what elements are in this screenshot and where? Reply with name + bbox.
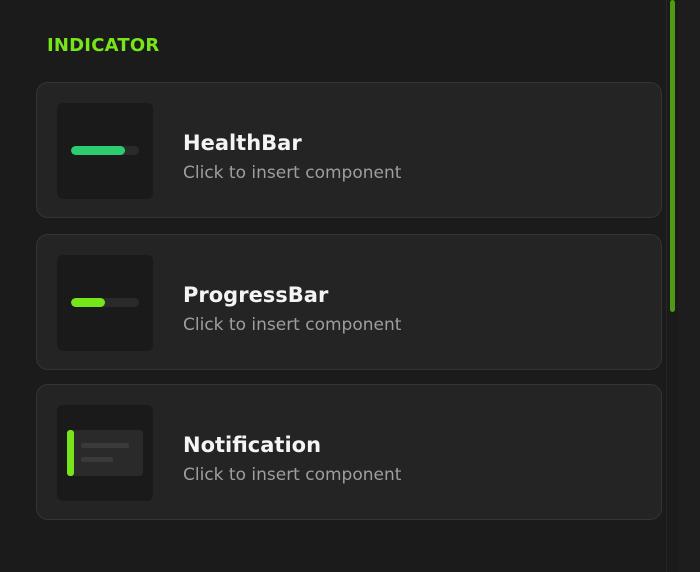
panel-gutter bbox=[678, 0, 700, 572]
component-hint: Click to insert component bbox=[183, 163, 402, 183]
progressbar-preview-fill bbox=[71, 298, 105, 307]
component-name: ProgressBar bbox=[183, 283, 329, 307]
component-hint: Click to insert component bbox=[183, 315, 402, 335]
healthbar-preview-fill bbox=[71, 146, 126, 155]
notification-preview-accent bbox=[67, 430, 74, 476]
component-name: HealthBar bbox=[183, 131, 302, 155]
notification-preview-line bbox=[81, 457, 113, 462]
component-panel: INDICATOR HealthBar Click to insert comp… bbox=[0, 0, 700, 572]
component-card-progressbar[interactable]: ProgressBar Click to insert component bbox=[36, 234, 662, 370]
component-card-healthbar[interactable]: HealthBar Click to insert component bbox=[36, 82, 662, 218]
component-card-notification[interactable]: Notification Click to insert component bbox=[36, 384, 662, 520]
progressbar-preview-track bbox=[71, 298, 139, 307]
healthbar-preview-track bbox=[71, 146, 139, 155]
component-hint: Click to insert component bbox=[183, 465, 402, 485]
progressbar-preview-icon bbox=[57, 255, 153, 351]
scrollbar-thumb[interactable] bbox=[670, 0, 675, 312]
scrollbar[interactable] bbox=[666, 0, 678, 572]
component-name: Notification bbox=[183, 433, 322, 457]
section-title: INDICATOR bbox=[47, 35, 160, 56]
notification-preview-line bbox=[81, 443, 129, 448]
notification-preview-icon bbox=[57, 405, 153, 501]
healthbar-preview-icon bbox=[57, 103, 153, 199]
notification-preview-box bbox=[67, 430, 143, 476]
